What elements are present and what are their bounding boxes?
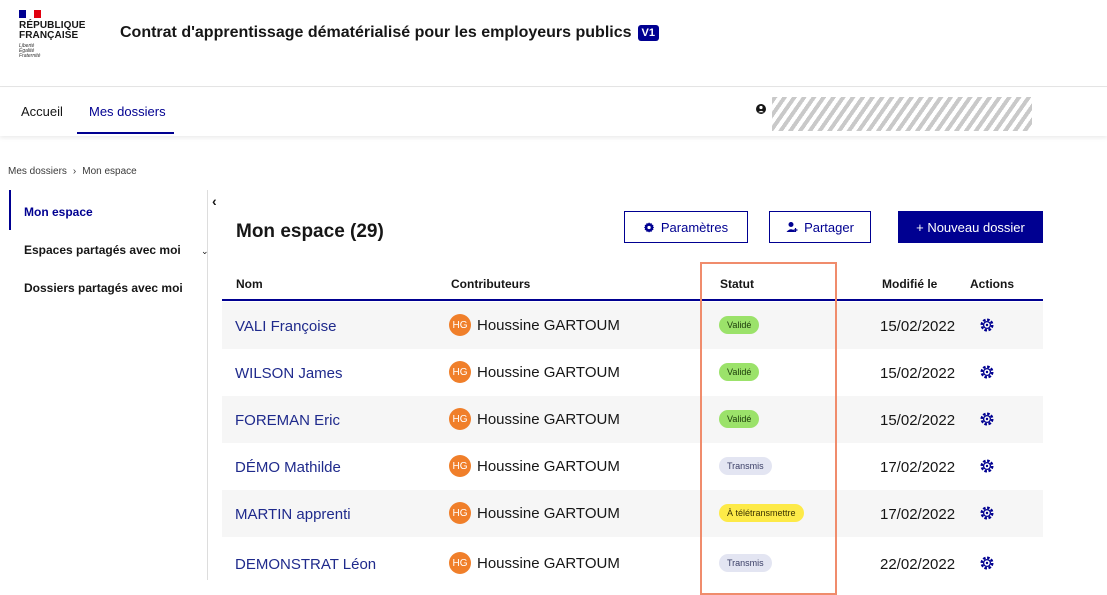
user-icon[interactable] xyxy=(756,103,766,115)
contributor: HG Houssine GARTOUM xyxy=(449,502,620,524)
version-badge: V1 xyxy=(637,25,659,41)
table-row[interactable]: DEMONSTRAT Léon HG Houssine GARTOUM Tran… xyxy=(222,540,1043,587)
modified-date: 22/02/2022 xyxy=(880,556,956,573)
table-row[interactable]: MARTIN apprenti HG Houssine GARTOUM À té… xyxy=(222,490,1043,537)
modified-date: 15/02/2022 xyxy=(880,412,956,429)
share-button[interactable]: Partager xyxy=(769,211,871,243)
column-header-modifie-le[interactable]: Modifié le xyxy=(882,277,937,291)
sidebar-item-dossiers-partages[interactable]: Dossiers partagés avec moi xyxy=(24,281,183,295)
nav-item-mes-dossiers[interactable]: Mes dossiers xyxy=(89,104,166,119)
gear-icon[interactable] xyxy=(980,365,994,379)
logo-line-2: FRANÇAISE xyxy=(19,30,79,41)
dossier-name-link[interactable]: WILSON James xyxy=(235,365,343,382)
modified-date: 15/02/2022 xyxy=(880,318,956,335)
gear-icon[interactable] xyxy=(980,318,994,332)
share-button-label: Partager xyxy=(804,219,854,235)
table-row[interactable]: WILSON James HG Houssine GARTOUM Validé … xyxy=(222,349,1043,396)
avatar: HG xyxy=(449,502,471,524)
gear-icon[interactable] xyxy=(980,459,994,473)
collapse-sidebar-icon[interactable]: ‹ xyxy=(212,193,217,209)
sidebar-active-indicator xyxy=(9,190,11,230)
chevron-down-icon[interactable]: ⌄ xyxy=(201,246,209,257)
avatar: HG xyxy=(449,361,471,383)
table-row[interactable]: FOREMAN Eric HG Houssine GARTOUM Validé … xyxy=(222,396,1043,443)
user-add-icon xyxy=(786,222,798,232)
republique-francaise-logo[interactable]: RÉPUBLIQUE FRANÇAISE Liberté Égalité Fra… xyxy=(19,10,99,59)
table-row[interactable]: VALI Françoise HG Houssine GARTOUM Valid… xyxy=(222,302,1043,349)
page-title: Mon espace (29) xyxy=(236,221,384,242)
contributor-name: Houssine GARTOUM xyxy=(477,363,620,381)
gear-icon[interactable] xyxy=(980,506,994,520)
modified-date: 17/02/2022 xyxy=(880,506,956,523)
dossier-name-link[interactable]: MARTIN apprenti xyxy=(235,506,351,523)
table-header-divider xyxy=(222,299,1043,301)
logo-motto-3: Fraternité xyxy=(19,53,41,59)
breadcrumb-current: Mon espace xyxy=(82,166,137,177)
site-title-text: Contrat d'apprentissage dématérialisé po… xyxy=(120,24,632,41)
contributor-name: Houssine GARTOUM xyxy=(477,410,620,428)
nav-active-indicator xyxy=(77,132,174,134)
user-account-area[interactable] xyxy=(772,97,1032,131)
settings-button[interactable]: Paramètres xyxy=(624,211,748,243)
gear-icon[interactable] xyxy=(980,556,994,570)
settings-button-label: Paramètres xyxy=(660,219,729,235)
column-header-nom[interactable]: Nom xyxy=(236,277,263,291)
contributor: HG Houssine GARTOUM xyxy=(449,314,620,336)
column-header-actions: Actions xyxy=(970,277,1015,291)
contributor: HG Houssine GARTOUM xyxy=(449,552,620,574)
avatar: HG xyxy=(449,552,471,574)
avatar: HG xyxy=(449,455,471,477)
gear-icon xyxy=(643,221,655,233)
site-header: RÉPUBLIQUE FRANÇAISE Liberté Égalité Fra… xyxy=(0,0,1107,87)
breadcrumb: Mes dossiers › Mon espace xyxy=(8,166,137,177)
gear-icon[interactable] xyxy=(980,412,994,426)
breadcrumb-separator-icon: › xyxy=(72,166,77,177)
dossier-name-link[interactable]: FOREMAN Eric xyxy=(235,412,340,429)
nav-item-accueil[interactable]: Accueil xyxy=(21,104,63,119)
dossier-name-link[interactable]: VALI Françoise xyxy=(235,318,336,335)
sidebar-item-espaces-partages[interactable]: Espaces partagés avec moi xyxy=(24,243,181,257)
site-title[interactable]: Contrat d'apprentissage dématérialisé po… xyxy=(120,24,659,42)
new-dossier-button[interactable]: + Nouveau dossier xyxy=(898,211,1043,243)
sidebar-item-mon-espace[interactable]: Mon espace xyxy=(24,205,93,219)
breadcrumb-mes-dossiers[interactable]: Mes dossiers xyxy=(8,166,67,177)
contributor: HG Houssine GARTOUM xyxy=(449,361,620,383)
contributor-name: Houssine GARTOUM xyxy=(477,316,620,334)
contributor: HG Houssine GARTOUM xyxy=(449,408,620,430)
table-row[interactable]: DÉMO Mathilde HG Houssine GARTOUM Transm… xyxy=(222,443,1043,490)
column-header-contributeurs[interactable]: Contributeurs xyxy=(451,277,530,291)
contributor-name: Houssine GARTOUM xyxy=(477,504,620,522)
avatar: HG xyxy=(449,408,471,430)
modified-date: 15/02/2022 xyxy=(880,365,956,382)
contributor-name: Houssine GARTOUM xyxy=(477,554,620,572)
contributor-name: Houssine GARTOUM xyxy=(477,457,620,475)
dossier-name-link[interactable]: DÉMO Mathilde xyxy=(235,459,341,476)
avatar: HG xyxy=(449,314,471,336)
statut-column-highlight xyxy=(700,262,837,595)
contributor: HG Houssine GARTOUM xyxy=(449,455,620,477)
flag-icon xyxy=(19,10,41,18)
modified-date: 17/02/2022 xyxy=(880,459,956,476)
dossier-name-link[interactable]: DEMONSTRAT Léon xyxy=(235,556,376,573)
